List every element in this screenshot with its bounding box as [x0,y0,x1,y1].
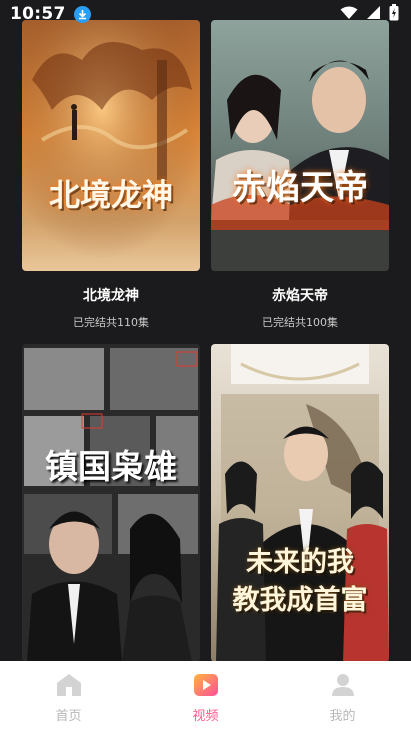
nav-video-label: 视频 [192,709,219,724]
nav-home-label: 首页 [55,709,82,724]
poster-image[interactable]: 北境龙神 [22,20,200,271]
video-episode-status: 已完结共110集 [73,316,149,329]
video-card-3[interactable]: 镇国枭雄 [22,344,200,662]
battery-icon [389,3,399,25]
video-play-icon [193,673,219,701]
poster-image[interactable]: 赤焰天帝 [211,20,389,271]
video-title: 赤焰天帝 [272,288,328,304]
signal-icon [366,5,381,24]
video-episode-status: 已完结共100集 [262,316,338,329]
poster-title: 镇国枭雄 [45,447,177,486]
download-icon [73,5,91,23]
nav-mine[interactable]: 我的 [274,661,411,724]
poster-title: 北境龙神 [49,178,173,214]
user-icon [330,673,356,701]
poster-title-line-1: 未来的我 [246,547,354,578]
poster-title-line-2: 教我成首富 [232,585,368,616]
wifi-icon [340,5,358,24]
poster-image[interactable]: 镇国枭雄 [22,344,200,662]
nav-mine-label: 我的 [329,709,356,724]
video-card-2[interactable]: 赤焰天帝 赤焰天帝 已完结共100集 [211,20,389,330]
status-bar: 10:57 [0,0,411,28]
home-icon [56,673,82,701]
bottom-navigation: 首页 视频 我的 [0,661,411,731]
nav-video[interactable]: 视频 [137,661,274,724]
video-card-4[interactable]: 未来的我 教我成首富 [211,344,389,662]
poster-image[interactable]: 未来的我 教我成首富 [211,344,389,662]
nav-home[interactable]: 首页 [0,661,137,724]
video-card-1[interactable]: 北境龙神 北境龙神 已完结共110集 [22,20,200,330]
status-time: 10:57 [10,4,66,24]
poster-title: 赤焰天帝 [232,168,368,208]
video-title: 北境龙神 [83,288,139,304]
